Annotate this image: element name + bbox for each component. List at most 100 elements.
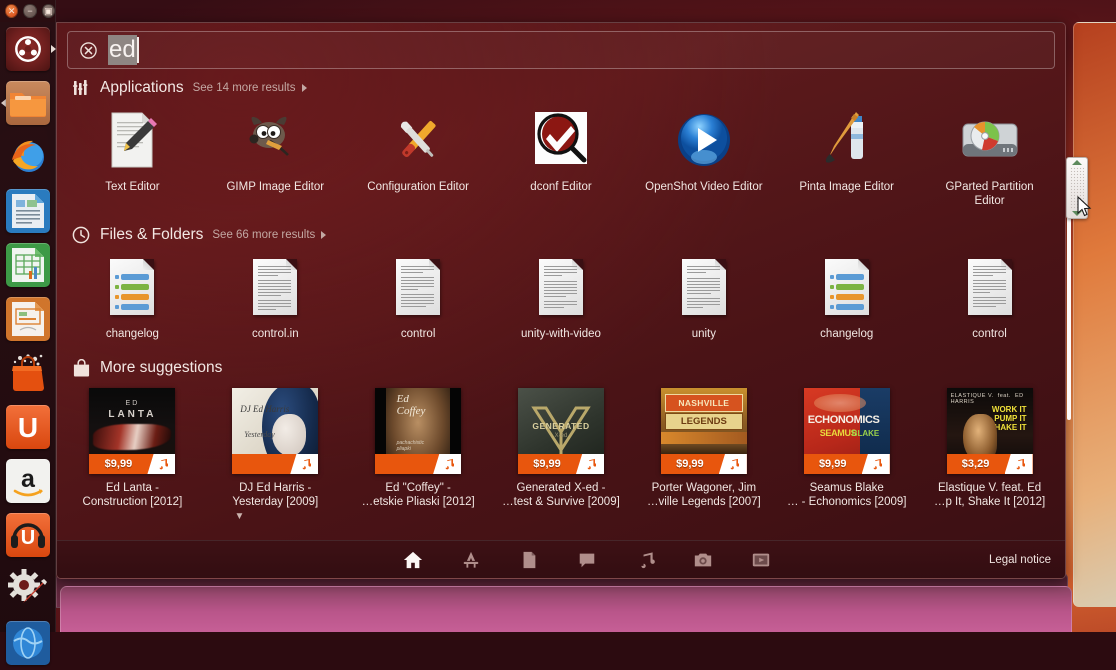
- launcher-item-ubuntu-one-music[interactable]: U: [0, 508, 56, 562]
- ed-lanta-construction-art[interactable]: ED LANTA $9,99: [89, 388, 175, 474]
- price-bar: $9,99: [89, 454, 175, 474]
- result-tile[interactable]: Pinta Image Editor: [775, 104, 918, 216]
- suggestion-label: Porter Wagoner, Jim …ville Legends [2007…: [647, 481, 761, 509]
- chevron-right-icon: [321, 231, 326, 239]
- result-tile[interactable]: changelog: [61, 251, 204, 349]
- folder-icon: [6, 81, 50, 125]
- clear-circle-x-icon[interactable]: [68, 41, 108, 60]
- section-header-files-and-folders[interactable]: Files & Folders See 66 more results: [57, 216, 1065, 251]
- launcher-item-ubuntu-one[interactable]: U: [0, 400, 56, 454]
- result-tile[interactable]: GParted Partition Editor: [918, 104, 1061, 216]
- applications-icon[interactable]: [458, 547, 484, 573]
- music-note-icon: [576, 454, 604, 474]
- launcher-item-ubuntu-dash-home[interactable]: [0, 22, 56, 76]
- launcher-item-libreoffice-writer[interactable]: [0, 184, 56, 238]
- camera-icon[interactable]: [690, 547, 716, 573]
- music-note-icon: [1005, 454, 1033, 474]
- close-button[interactable]: ✕: [5, 4, 18, 18]
- section-header-applications[interactable]: Applications See 14 more results: [57, 69, 1065, 104]
- configuration-editor-icon: [389, 108, 447, 172]
- result-label: control: [972, 327, 1007, 341]
- search-input[interactable]: ed: [108, 35, 137, 65]
- see-more-results-applications[interactable]: See 14 more results: [193, 82, 307, 94]
- result-tile[interactable]: unity-with-video: [490, 251, 633, 349]
- result-tile[interactable]: control: [347, 251, 490, 349]
- background-window-body[interactable]: [60, 586, 1072, 632]
- echonomics-art[interactable]: ECHONOMICS SEAMUS BLAKE $9,99: [804, 388, 890, 474]
- suggestion-tile[interactable]: ED LANTA $9,99 Ed Lanta - Construction […: [61, 386, 204, 513]
- changelog-file-icon: [110, 255, 154, 319]
- suggestion-tile[interactable]: DJ Ed Harris Yesterday DJ Ed Harris - Ye…: [204, 386, 347, 513]
- unity-launcher[interactable]: ✕ − ▣: [0, 0, 56, 632]
- result-label: GParted Partition Editor: [930, 180, 1050, 208]
- scroll-up-arrow-icon[interactable]: [1072, 160, 1082, 165]
- minimize-button[interactable]: −: [23, 4, 36, 18]
- launcher-item-firefox[interactable]: [0, 130, 56, 184]
- suggestion-tile[interactable]: Ed Coffey pachachistic pliapki Ed "Coffe…: [347, 386, 490, 513]
- result-tile[interactable]: changelog: [775, 251, 918, 349]
- lens-bar[interactable]: Legal notice: [57, 540, 1065, 578]
- launcher-item-files-nautilus[interactable]: [0, 76, 56, 130]
- result-tile[interactable]: Configuration Editor: [347, 104, 490, 216]
- section-title: Applications: [100, 79, 184, 97]
- suggestion-line1: Ed Lanta -: [83, 481, 183, 495]
- price-label: $9,99: [518, 458, 576, 470]
- launcher-item-amazon[interactable]: a: [0, 454, 56, 508]
- chevron-right-icon: [302, 84, 307, 92]
- section-header-more-suggestions[interactable]: More suggestions: [57, 349, 1065, 384]
- gimp-icon: [244, 108, 306, 172]
- suggestion-tile[interactable]: ELASTIQUE V. feat. ED HARRIS WORK ITPUMP…: [918, 386, 1061, 513]
- files-results-grid[interactable]: changelog control.in control: [57, 251, 1065, 349]
- applications-results-grid[interactable]: Text Editor: [57, 104, 1065, 216]
- video-play-icon[interactable]: [748, 547, 774, 573]
- ed-coffey-art[interactable]: Ed Coffey pachachistic pliapki: [375, 388, 461, 474]
- suggestion-label: Ed "Coffey" - …etskie Pliaski [2012]: [362, 481, 475, 509]
- result-tile[interactable]: unity: [632, 251, 775, 349]
- elastique-v-art[interactable]: ELASTIQUE V. feat. ED HARRIS WORK ITPUMP…: [947, 388, 1033, 474]
- shopping-bag-icon: [6, 351, 50, 395]
- ubuntu-logo-icon: [6, 27, 50, 71]
- result-tile[interactable]: Text Editor: [61, 104, 204, 216]
- dash-results-scroll-area[interactable]: ed Applications: [57, 23, 1065, 540]
- launcher-item-workspace-switcher[interactable]: [0, 616, 56, 670]
- search-bar[interactable]: ed: [67, 31, 1055, 69]
- launcher-item-system-settings[interactable]: [0, 562, 56, 616]
- launcher-item-ubuntu-software-center[interactable]: [0, 346, 56, 400]
- home-icon[interactable]: [400, 547, 426, 573]
- result-tile[interactable]: OpenShot Video Editor: [632, 104, 775, 216]
- chat-bubble-icon[interactable]: [574, 547, 600, 573]
- unity-dash[interactable]: ed Applications: [56, 22, 1066, 579]
- result-tile[interactable]: GIMP Image Editor: [204, 104, 347, 216]
- see-more-results-files[interactable]: See 66 more results: [212, 229, 326, 241]
- suggestion-tile[interactable]: GENERATED X-ed $9,99 Generated X-ed - …t…: [490, 386, 633, 513]
- legal-notice-link[interactable]: Legal notice: [989, 554, 1051, 566]
- background-window-right[interactable]: [1073, 22, 1116, 607]
- price-label: $9,99: [804, 458, 862, 470]
- suggestion-line2: …test & Survive [2009]: [502, 495, 620, 509]
- suggestion-line2: Yesterday [2009]: [232, 495, 318, 509]
- suggestion-label: Generated X-ed - …test & Survive [2009]: [502, 481, 620, 509]
- more-suggestions-grid[interactable]: ED LANTA $9,99 Ed Lanta - Construction […: [57, 384, 1065, 513]
- text-file-icon: [253, 255, 297, 319]
- music-note-icon[interactable]: [632, 547, 658, 573]
- launcher-item-libreoffice-impress[interactable]: [0, 292, 56, 346]
- price-bar: $9,99: [804, 454, 890, 474]
- nashville-legends-art[interactable]: NASHVILLE LEGENDS $9,99: [661, 388, 747, 474]
- maximize-button[interactable]: ▣: [42, 4, 55, 18]
- generated-x-ed-art[interactable]: GENERATED X-ed $9,99: [518, 388, 604, 474]
- launcher-item-libreoffice-calc[interactable]: [0, 238, 56, 292]
- result-label: unity-with-video: [521, 327, 601, 341]
- file-icon[interactable]: [516, 547, 542, 573]
- svg-text:U: U: [18, 412, 38, 443]
- text-file-icon: [968, 255, 1012, 319]
- result-tile[interactable]: dconf Editor: [490, 104, 633, 216]
- suggestion-label: Elastique V. feat. Ed …p It, Shake It [2…: [934, 481, 1045, 509]
- suggestion-tile[interactable]: ECHONOMICS SEAMUS BLAKE $9,99 Seamus Bla…: [775, 386, 918, 513]
- dj-ed-harris-yesterday-art[interactable]: DJ Ed Harris Yesterday: [232, 388, 318, 474]
- result-label: dconf Editor: [530, 180, 591, 194]
- result-tile[interactable]: control.in: [204, 251, 347, 349]
- mouse-cursor: [1077, 196, 1093, 223]
- window-controls[interactable]: ✕ − ▣: [0, 0, 55, 22]
- suggestion-tile[interactable]: NASHVILLE LEGENDS $9,99 Porter Wagoner, …: [632, 386, 775, 513]
- result-tile[interactable]: control: [918, 251, 1061, 349]
